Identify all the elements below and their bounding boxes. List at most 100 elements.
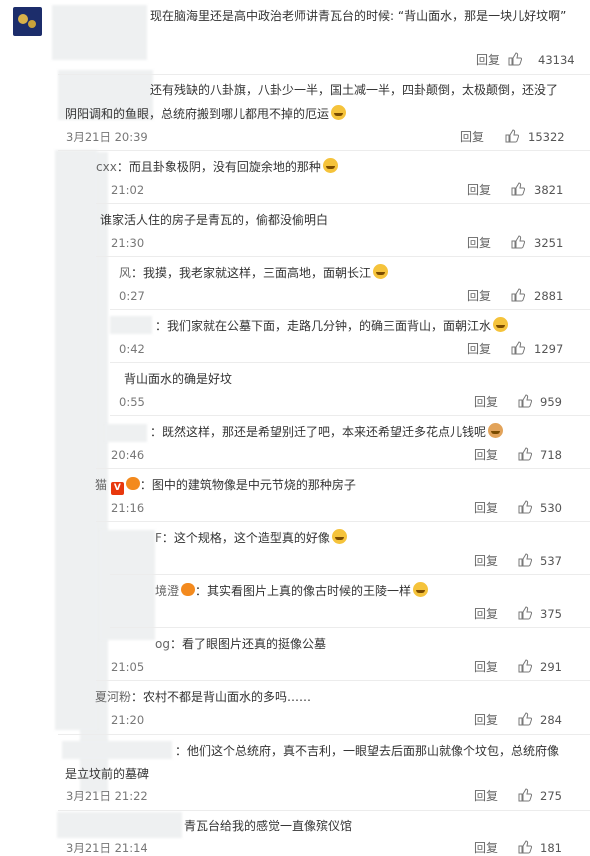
comment-text: F：这个规格，这个造型真的好像 <box>155 528 347 548</box>
verified-badge-icon: V <box>110 482 124 495</box>
blurred-avatar-area <box>62 741 172 759</box>
blurred-avatar-area <box>57 812 182 838</box>
laughing-emoji-icon <box>331 529 347 544</box>
blurred-avatar-area <box>105 424 147 442</box>
comment-text: 背山面水的确是好坟 <box>124 372 233 386</box>
thumbs-up-icon[interactable] <box>518 606 532 620</box>
laughing-emoji-icon <box>322 158 338 173</box>
thumbs-up-icon[interactable] <box>511 288 525 302</box>
comment-text: 猫 V ：图中的建筑物像是中元节烧的那种房子 <box>95 477 356 495</box>
like-count: 2881 <box>534 289 564 303</box>
reply-link[interactable]: 回复 <box>474 606 498 622</box>
avatar-image-icon <box>18 14 36 28</box>
nickname[interactable]: 风 <box>119 266 131 280</box>
reply-link[interactable]: 回复 <box>474 553 498 569</box>
divider <box>96 203 590 204</box>
divider <box>58 810 590 811</box>
comment-text: ：既然这样，那还是希望别迁了吧，本来还希望迁多花点儿钱呢 <box>150 422 504 442</box>
comment-text: 谁家活人住的房子是青瓦的，偷都没偷明白 <box>100 213 329 227</box>
reply-link[interactable]: 回复 <box>460 129 484 145</box>
reply-link[interactable]: 回复 <box>474 788 498 804</box>
thumbs-up-icon[interactable] <box>518 447 532 461</box>
nickname[interactable]: F <box>155 531 162 545</box>
blurred-avatar-area <box>52 5 147 60</box>
reply-link[interactable]: 回复 <box>467 235 491 251</box>
reply-link[interactable]: 回复 <box>474 659 498 675</box>
like-count: 718 <box>540 448 562 462</box>
timestamp: 21:30 <box>111 236 145 250</box>
nickname[interactable]: 猫 <box>95 478 107 492</box>
comment-text: 境澄 ：其实看图片上真的像古时候的王陵一样 <box>155 581 429 601</box>
laughing-emoji-icon <box>493 317 509 332</box>
timestamp: 21:02 <box>111 183 145 197</box>
reply-link[interactable]: 回复 <box>474 712 498 728</box>
comment-text: 夏河粉：农村不都是背山面水的多吗…… <box>95 690 312 704</box>
reply-link[interactable]: 回复 <box>474 840 498 856</box>
thumbs-up-icon[interactable] <box>518 840 532 854</box>
divider <box>110 362 590 363</box>
nickname[interactable]: 夏河粉 <box>95 690 131 704</box>
divider <box>58 74 590 75</box>
thumbs-up-icon[interactable] <box>518 553 532 567</box>
like-count: 181 <box>540 841 562 855</box>
comment-text: 还有残缺的八卦旗，八卦少一半，国土减一半，四卦颠倒，太极颠倒，还没了 <box>150 83 559 97</box>
thumbs-up-icon[interactable] <box>518 659 532 673</box>
timestamp: 0:55 <box>119 395 145 409</box>
like-count: 375 <box>540 607 562 621</box>
thumbs-up-icon[interactable] <box>518 394 532 408</box>
like-count: 291 <box>540 660 562 674</box>
blurred-avatar-area <box>110 316 152 334</box>
thumbs-up-icon[interactable] <box>518 788 532 802</box>
thumbs-up-icon[interactable] <box>511 235 525 249</box>
nickname[interactable]: cxx <box>96 160 117 174</box>
comment-text: cxx：而且卦象极阴，没有回旋余地的那种 <box>96 157 338 177</box>
timestamp: 0:42 <box>119 342 145 356</box>
divider <box>96 468 590 469</box>
thumbs-up-icon[interactable] <box>518 500 532 514</box>
reply-link[interactable]: 回复 <box>467 288 491 304</box>
reply-link[interactable]: 回复 <box>467 341 491 357</box>
reply-link[interactable]: 回复 <box>474 394 498 410</box>
timestamp: 20:46 <box>111 448 145 462</box>
comment-text: ：他们这个总统府，真不吉利，一眼望去后面那山就像个坟包，总统府像 <box>175 744 560 758</box>
divider <box>110 627 590 628</box>
thumbs-up-icon[interactable] <box>518 712 532 726</box>
reply-link[interactable]: 回复 <box>467 182 491 198</box>
nickname[interactable]: og <box>155 637 170 651</box>
thumbs-up-icon[interactable] <box>508 52 522 66</box>
laughing-emoji-icon <box>373 264 389 279</box>
divider <box>96 680 590 681</box>
reply-link[interactable]: 回复 <box>476 52 500 68</box>
thumbs-up-icon[interactable] <box>511 182 525 196</box>
laughing-emoji-icon <box>331 105 347 120</box>
comment-text: ：我们家就在公墓下面，走路几分钟，的确三面背山，面朝江水 <box>155 316 509 336</box>
timestamp: 0:27 <box>119 289 145 303</box>
reply-link[interactable]: 回复 <box>474 447 498 463</box>
comment-text: 是立坟前的墓碑 <box>65 767 150 781</box>
member-badge-icon <box>181 583 196 596</box>
nickname[interactable]: 境澄 <box>155 584 179 598</box>
comment-text: 现在脑海里还是高中政治老师讲青瓦台的时候: “背山面水，那是一块儿好坟啊” <box>150 9 567 23</box>
like-count: 530 <box>540 501 562 515</box>
timestamp: 21:16 <box>111 501 145 515</box>
like-count: 15322 <box>528 130 565 144</box>
like-count: 3821 <box>534 183 564 197</box>
comment-text: 风：我摸，我老家就这样，三面高地，面朝长江 <box>119 263 389 283</box>
timestamp: 21:05 <box>111 660 145 674</box>
blurred-avatar-area <box>100 530 155 640</box>
avatar[interactable] <box>13 7 42 36</box>
timestamp: 3月21日 21:14 <box>66 841 148 855</box>
member-badge-icon <box>125 477 140 490</box>
divider <box>58 734 590 735</box>
divider <box>110 309 590 310</box>
like-count: 284 <box>540 713 562 727</box>
divider <box>96 521 590 522</box>
like-count: 537 <box>540 554 562 568</box>
divider <box>110 574 590 575</box>
divider <box>96 256 590 257</box>
timestamp: 3月21日 20:39 <box>66 130 148 144</box>
thumbs-up-icon[interactable] <box>505 129 519 143</box>
reply-link[interactable]: 回复 <box>474 500 498 516</box>
thumbs-up-icon[interactable] <box>511 341 525 355</box>
divider <box>58 150 590 151</box>
